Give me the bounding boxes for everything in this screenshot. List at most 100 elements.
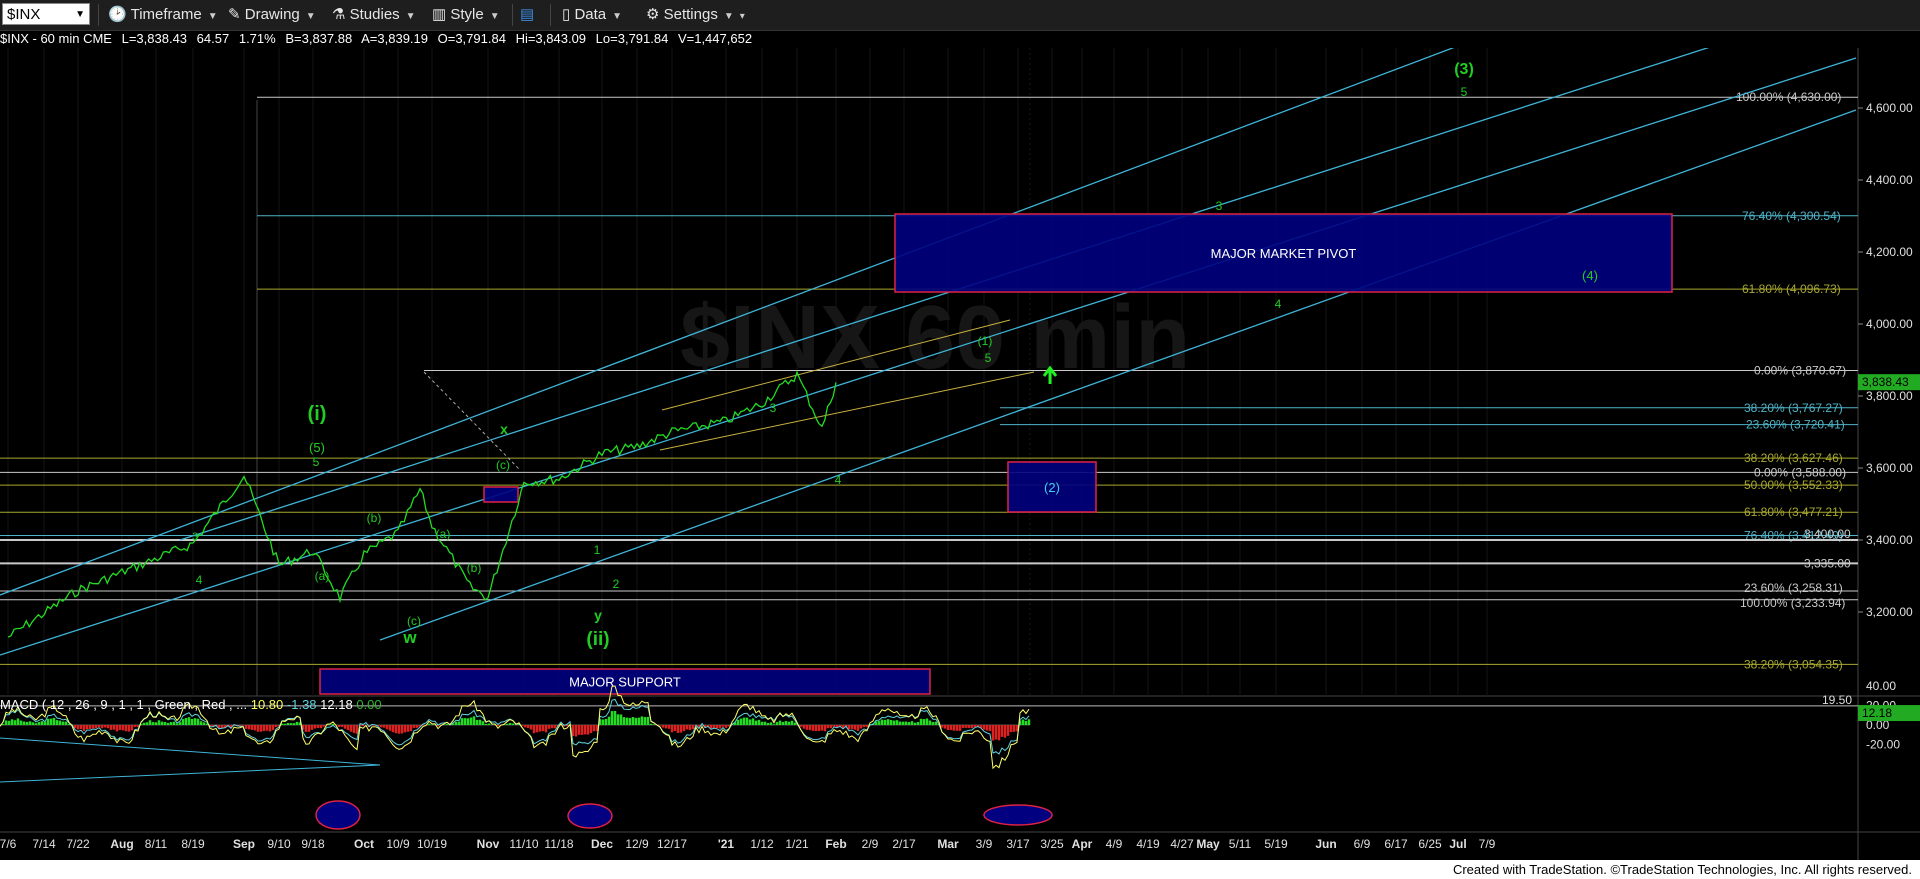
symbol-value: $INX xyxy=(7,6,41,23)
quote-ask: A=3,839.19 xyxy=(361,31,428,46)
wave-label: (c) xyxy=(407,614,421,628)
time-axis-label: 9/18 xyxy=(301,837,325,851)
pencil-icon: ✎ xyxy=(228,6,241,23)
macd-params: MACD ( 12 , 26 , 9 , 1 , 1 , Green , Red… xyxy=(0,697,248,712)
quote-bid: B=3,837.88 xyxy=(285,31,353,46)
time-axis-label: 2/9 xyxy=(862,837,879,851)
layout-button[interactable]: ▤ xyxy=(520,4,534,26)
symbol-input[interactable]: $INX ▼ xyxy=(2,3,90,25)
time-axis-label: 8/11 xyxy=(145,837,168,851)
studies-button[interactable]: ⚗ Studies ▼ xyxy=(332,4,416,26)
time-axis-label: 7/6 xyxy=(0,837,17,851)
settings-button[interactable]: ⚙ Settings ▼ ▾ xyxy=(646,4,745,26)
time-axis-label: '21 xyxy=(718,837,735,851)
wave-label: (4) xyxy=(1582,268,1598,283)
price-axis-label: 4,200.00 xyxy=(1866,245,1913,259)
wave-label: 5 xyxy=(313,455,320,469)
fib-level-label: 100.00% (4,630.00) xyxy=(1736,90,1841,104)
wave-label: (1) xyxy=(978,334,993,348)
time-axis-label: 12/9 xyxy=(625,837,649,851)
wave-label: 4 xyxy=(196,573,203,587)
chevron-down-icon[interactable]: ▼ xyxy=(75,4,85,26)
time-axis-label: 12/17 xyxy=(657,837,687,851)
time-axis-label: Mar xyxy=(937,837,959,851)
time-axis-label: Dec xyxy=(591,837,613,851)
time-axis-label: 11/18 xyxy=(544,837,573,851)
wave-label: (i) xyxy=(308,403,327,425)
zone-label: MAJOR SUPPORT xyxy=(569,675,681,690)
macd-zero-value: 0.00 xyxy=(356,697,382,712)
chevron-down-icon: ▼ xyxy=(723,11,734,22)
chevron-down-icon: ▼ xyxy=(612,11,623,22)
wave-label: y xyxy=(594,607,602,623)
bar-chart-icon: ▯ xyxy=(562,6,571,23)
macd-signal-value: -1.38 xyxy=(286,697,317,712)
data-button[interactable]: ▯ Data ▼ xyxy=(562,4,622,26)
layout-icon: ▤ xyxy=(520,6,535,23)
wave-label: (ii) xyxy=(586,629,609,650)
style-button[interactable]: ▥ Style ▼ xyxy=(432,4,500,26)
fib-level-label: 50.00% (3,552.33) xyxy=(1744,478,1843,492)
fib-level-label: 76.40% (4,300.54) xyxy=(1742,209,1841,223)
time-axis-label: 10/9 xyxy=(386,837,410,851)
time-axis-label: 7/14 xyxy=(32,837,56,851)
fib-level-label: 23.60% (3,258.31) xyxy=(1744,581,1843,595)
price-axis-label: 4,600.00 xyxy=(1866,101,1913,115)
time-axis-label: Jun xyxy=(1315,837,1336,851)
time-axis-label: 4/19 xyxy=(1136,837,1160,851)
fib-level-label: 38.20% (3,767.27) xyxy=(1744,401,1843,415)
chevron-down-icon: ▼ xyxy=(489,11,500,22)
price-axis-label: 4,000.00 xyxy=(1866,317,1913,331)
quote-volume: V=1,447,652 xyxy=(677,31,753,46)
quote-open: O=3,791.84 xyxy=(437,31,506,46)
time-axis-label: 2/17 xyxy=(892,837,916,851)
time-axis-label: 4/27 xyxy=(1170,837,1194,851)
time-axis-label: Jul xyxy=(1449,837,1466,851)
quote-bar: $INX - 60 min CME L=3,838.43 64.57 1.71%… xyxy=(0,30,758,48)
timeframe-label: Timeframe xyxy=(130,6,202,23)
wave-label: 3 xyxy=(1216,199,1223,213)
drawing-button[interactable]: ✎ Drawing ▼ xyxy=(228,4,316,26)
fib-level-label: 3,335.00 xyxy=(1804,556,1851,570)
toolbar-divider xyxy=(512,4,513,26)
quote-low: Lo=3,791.84 xyxy=(595,31,669,46)
timeframe-button[interactable]: 🕑 Timeframe ▼ xyxy=(108,4,218,26)
time-axis-label: Oct xyxy=(354,837,374,851)
settings-label: Settings xyxy=(663,6,718,23)
wave-label: w xyxy=(402,628,417,647)
footer: Created with TradeStation. ©TradeStation… xyxy=(0,860,1920,879)
data-label: Data xyxy=(574,6,607,23)
wave-label: 1 xyxy=(594,543,601,557)
time-axis-label: 5/11 xyxy=(1229,837,1252,851)
macd-diff-value: 12.18 xyxy=(320,697,353,712)
wave-label: 5 xyxy=(1461,85,1468,99)
time-axis-label: Nov xyxy=(477,837,500,851)
quote-title: $INX - 60 min CME xyxy=(0,31,112,46)
time-axis-label: 6/25 xyxy=(1418,837,1442,851)
fib-level-label: 23.60% (3,720.41) xyxy=(1746,418,1845,432)
time-axis-label: 7/22 xyxy=(66,837,90,851)
quote-pct: 1.71% xyxy=(238,31,276,46)
price-chart[interactable]: $INX 60 min100.00% (4,630.00)76.40% (4,3… xyxy=(0,48,1920,860)
time-axis-label: Apr xyxy=(1072,837,1093,851)
wave-label: 4 xyxy=(1275,297,1282,311)
price-axis-label: 3,200.00 xyxy=(1866,605,1913,619)
chevron-down-icon: ▼ xyxy=(207,11,218,22)
wave-label: (5) xyxy=(309,440,325,455)
time-axis-label: Sep xyxy=(233,837,255,851)
chevron-down-icon: ▼ xyxy=(405,11,416,22)
time-axis-label: 5/19 xyxy=(1264,837,1288,851)
style-label: Style xyxy=(450,6,484,23)
macd-divergence-marker xyxy=(983,804,1053,826)
time-axis-label: May xyxy=(1196,837,1220,851)
flask-icon: ⚗ xyxy=(332,6,346,23)
wave-label: x xyxy=(500,421,508,437)
wave-label: 5 xyxy=(985,351,992,365)
zone-label: (2) xyxy=(1044,480,1060,495)
time-axis-label: 10/19 xyxy=(417,837,447,851)
time-axis-label: 9/10 xyxy=(267,837,291,851)
time-axis-label: 1/12 xyxy=(750,837,774,851)
chevron-down-icon: ▼ xyxy=(305,11,316,22)
gear-icon: ⚙ xyxy=(646,6,660,23)
candlestick-icon: ▥ xyxy=(432,6,447,23)
